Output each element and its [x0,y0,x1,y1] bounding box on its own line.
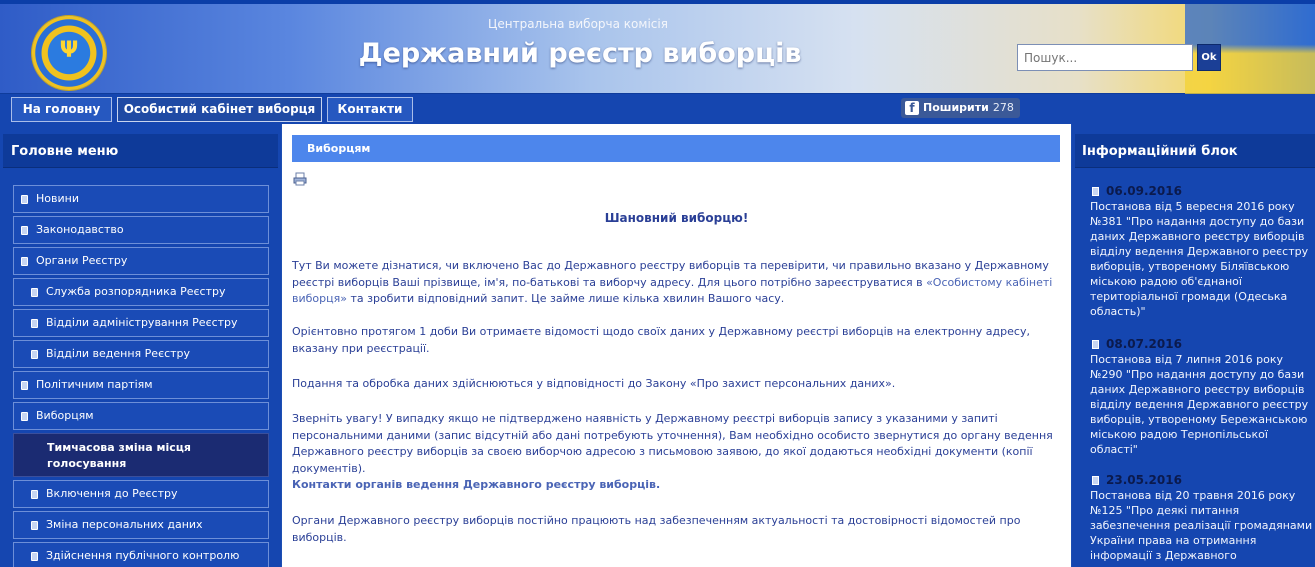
bullet-icon [1092,340,1099,349]
top-navigation: На головну Особистий кабінет виборця Кон… [0,94,1315,124]
main-menu: Новини Законодавство Органи Реєстру Служ… [13,185,269,567]
facebook-icon: f [905,101,919,115]
share-count: 278 [992,101,1014,114]
facebook-share-button[interactable]: f Поширити 278 [901,98,1020,118]
bullet-icon [1092,476,1099,485]
intro-text-end: та зробити відповідний запит. Це займе л… [346,292,785,305]
bullet-icon [21,257,28,266]
data-protection-paragraph: Подання та обробка даних здійснюються у … [292,377,896,390]
menu-item-administration-departments[interactable]: Відділи адміністрування Реєстру [13,309,269,337]
news-date: 06.09.2016 [1090,184,1315,199]
section-title: Виборцям [292,135,1060,162]
news-date-text: 23.05.2016 [1106,473,1182,487]
bullet-icon [21,195,28,204]
news-item[interactable]: 08.07.2016 Постанова від 7 липня 2016 ро… [1090,337,1315,457]
bullet-icon [31,350,38,359]
trident-icon: Ψ [59,38,79,63]
menu-item-legislation[interactable]: Законодавство [13,216,269,244]
menu-item-label: Виборцям [36,409,94,422]
registry-contacts-link[interactable]: Контакти органів ведення Державного реєс… [292,478,660,491]
bullet-icon [31,552,38,561]
left-sidebar: Головне меню Новини Законодавство Органи… [0,124,281,567]
bullet-icon [1092,187,1099,196]
menu-item-temporary-change-of-voting-place[interactable]: Тимчасова зміна місця голосування [13,433,269,477]
menu-item-label: Тимчасова зміна місця голосування [47,441,191,470]
intro-paragraph: Тут Ви можете дізнатися, чи включено Вас… [292,258,1062,308]
nav-home[interactable]: На головну [11,97,112,122]
news-date-text: 08.07.2016 [1106,337,1182,351]
attention-paragraph: Зверніть увагу! У випадку якщо не підтве… [292,411,1062,494]
site-header: Ψ Центральна виборча комісія Державний р… [0,0,1315,94]
menu-item-inclusion-in-registry[interactable]: Включення до Реєстру [13,480,269,508]
menu-item-label: Політичним партіям [36,378,153,391]
header-subtitle: Центральна виборча комісія [488,17,668,31]
menu-item-label: Здійснення публічного контролю [46,549,240,562]
menu-item-label: Служба розпорядника Реєстру [46,285,226,298]
news-date: 08.07.2016 [1090,337,1315,352]
menu-item-label: Включення до Реєстру [46,487,178,500]
search-input[interactable] [1017,44,1193,71]
main-menu-heading: Головне меню [3,134,278,168]
attention-text: Зверніть увагу! У випадку якщо не підтве… [292,412,1053,475]
menu-item-political-parties[interactable]: Політичним партіям [13,371,269,399]
news-text[interactable]: Постанова від 20 травня 2016 року №125 "… [1090,488,1315,563]
bullet-icon [31,288,38,297]
cec-emblem-logo[interactable]: Ψ [32,16,106,90]
main-content: Виборцям Шановний виборцю! Тут Ви можете… [282,124,1071,567]
menu-item-label: Зміна персональних даних [46,518,203,531]
news-item[interactable]: 06.09.2016 Постанова від 5 вересня 2016 … [1090,184,1315,319]
menu-item-label: Відділи адміністрування Реєстру [46,316,238,329]
menu-item-label: Відділи ведення Реєстру [46,347,191,360]
search-button[interactable]: Ok [1197,44,1221,71]
share-label: Поширити [923,101,989,114]
nav-contacts[interactable]: Контакти [327,97,413,122]
menu-item-public-control[interactable]: Здійснення публічного контролю [13,542,269,567]
menu-item-label: Органи Реєстру [36,254,128,267]
nav-voter-cabinet[interactable]: Особистий кабінет виборця [117,97,322,122]
news-date-text: 06.09.2016 [1106,184,1182,198]
registry-work-paragraph: Органи Державного реєстру виборців пості… [292,514,1021,544]
news-item[interactable]: 23.05.2016 Постанова від 20 травня 2016 … [1090,473,1315,563]
menu-item-personal-data-change[interactable]: Зміна персональних даних [13,511,269,539]
news-text[interactable]: Постанова від 7 липня 2016 року №290 "Пр… [1090,352,1315,457]
site-title: Державний реєстр виборців [358,38,802,69]
menu-item-label: Новини [36,192,79,205]
response-time-paragraph: Орієнтовно протягом 1 доби Ви отримаєте … [292,325,1030,355]
bullet-icon [31,319,38,328]
right-sidebar: Інформаційний блок 06.09.2016 Постанова … [1072,124,1315,567]
menu-item-voters[interactable]: Виборцям [13,402,269,430]
print-icon[interactable] [293,172,307,186]
bullet-icon [31,490,38,499]
news-text[interactable]: Постанова від 5 вересня 2016 року №381 "… [1090,199,1315,319]
menu-item-label: Законодавство [36,223,124,236]
news-date: 23.05.2016 [1090,473,1315,488]
bullet-icon [31,521,38,530]
bullet-icon [21,412,28,421]
menu-item-news[interactable]: Новини [13,185,269,213]
info-block-heading: Інформаційний блок [1075,134,1315,168]
bullet-icon [21,381,28,390]
menu-item-registry-manager-service[interactable]: Служба розпорядника Реєстру [13,278,269,306]
menu-item-maintenance-departments[interactable]: Відділи ведення Реєстру [13,340,269,368]
menu-item-registry-bodies[interactable]: Органи Реєстру [13,247,269,275]
greeting-heading: Шановний виборцю! [604,211,749,225]
bullet-icon [21,226,28,235]
